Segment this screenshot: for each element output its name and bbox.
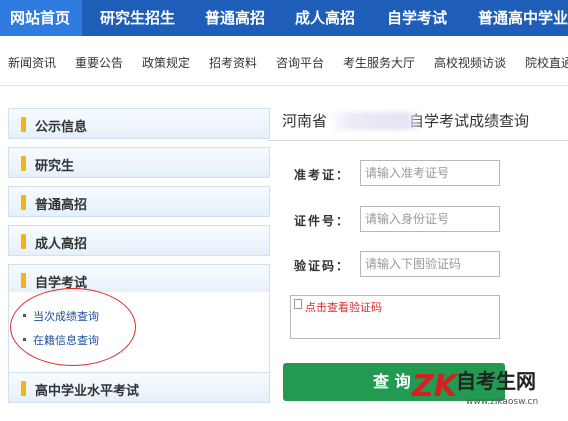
topnav-general-admission[interactable]: 普通高招: [205, 0, 265, 36]
watermark-name: 自考生网: [456, 369, 536, 393]
id-number-label: 证件号：: [294, 214, 351, 228]
topnav-home[interactable]: 网站首页: [0, 0, 82, 36]
sidebar-item-adult-admission[interactable]: 成人高招: [8, 225, 270, 256]
topnav-high-school-test[interactable]: 普通高中学业水: [478, 0, 568, 36]
sub-navigation: 新闻资讯 重要公告 政策规定 招考资料 咨询平台 考生服务大厅 高校视频访谈 院…: [0, 36, 568, 86]
subnav-consulting[interactable]: 咨询平台: [276, 54, 324, 71]
subnav-news[interactable]: 新闻资讯: [8, 54, 56, 71]
sidebar-item-label: 公示信息: [35, 120, 88, 135]
subnav-university-direct[interactable]: 院校直通: [525, 54, 568, 71]
bullet-bar-icon: [21, 117, 26, 132]
highlight-ring: [10, 288, 136, 366]
subnav-materials[interactable]: 招考资料: [209, 54, 257, 71]
sidebar-item-high-school-test[interactable]: 高中学业水平考试: [8, 372, 270, 403]
subnav-announcements[interactable]: 重要公告: [75, 54, 123, 71]
sidebar-item-graduate[interactable]: 研究生: [8, 147, 270, 178]
watermark: ZK 自考生网 www.zikaosw.cn: [410, 362, 560, 410]
sidebar-item-label: 成人高招: [35, 237, 88, 252]
captcha-link: 点击查看验证码: [305, 301, 382, 314]
captcha-input[interactable]: [360, 251, 500, 277]
title-divider: [268, 140, 568, 141]
broken-image-icon: [294, 299, 302, 309]
submit-label: 查 询: [373, 372, 411, 391]
topnav-self-study[interactable]: 自学考试: [387, 0, 447, 36]
admission-ticket-label: 准考证：: [294, 168, 351, 182]
bullet-bar-icon: [21, 156, 26, 171]
page-title: 河南省 自学考试成绩查询: [282, 110, 568, 131]
bullet-bar-icon: [21, 234, 26, 249]
top-navigation: 网站首页 研究生招生 普通高招 成人高招 自学考试 普通高中学业水: [0, 0, 568, 36]
logo-mark: ZK: [411, 369, 460, 404]
sidebar: 公示信息 研究生 普通高招 成人高招 自学考试 当次成绩查询 在籍信息查询 高中…: [8, 100, 270, 410]
captcha-image[interactable]: 点击查看验证码: [290, 295, 500, 339]
title-prefix: 河南省: [282, 112, 328, 130]
id-number-input[interactable]: [360, 206, 500, 232]
bullet-bar-icon: [21, 381, 26, 396]
topnav-adult-admission[interactable]: 成人高招: [295, 0, 355, 36]
topnav-graduate[interactable]: 研究生招生: [100, 0, 175, 36]
subnav-policies[interactable]: 政策规定: [142, 54, 190, 71]
sidebar-item-label: 研究生: [35, 159, 75, 174]
captcha-label: 验证码：: [294, 259, 351, 273]
sidebar-item-public-info[interactable]: 公示信息: [8, 108, 270, 139]
sidebar-item-label: 普通高招: [35, 198, 88, 213]
admission-ticket-input[interactable]: [360, 160, 500, 186]
zk-logo-icon: ZK 自考生网 www.zikaosw.cn: [411, 369, 538, 407]
subnav-video-interviews[interactable]: 高校视频访谈: [434, 54, 506, 71]
watermark-url: www.zikaosw.cn: [466, 397, 538, 407]
blurred-region: [330, 112, 424, 130]
bullet-bar-icon: [21, 195, 26, 210]
sidebar-item-label: 高中学业水平考试: [35, 384, 140, 399]
title-suffix: 自学考试成绩查询: [409, 112, 530, 130]
sidebar-item-general-admission[interactable]: 普通高招: [8, 186, 270, 217]
subnav-service-hall[interactable]: 考生服务大厅: [343, 54, 415, 71]
bullet-bar-icon: [21, 273, 26, 288]
